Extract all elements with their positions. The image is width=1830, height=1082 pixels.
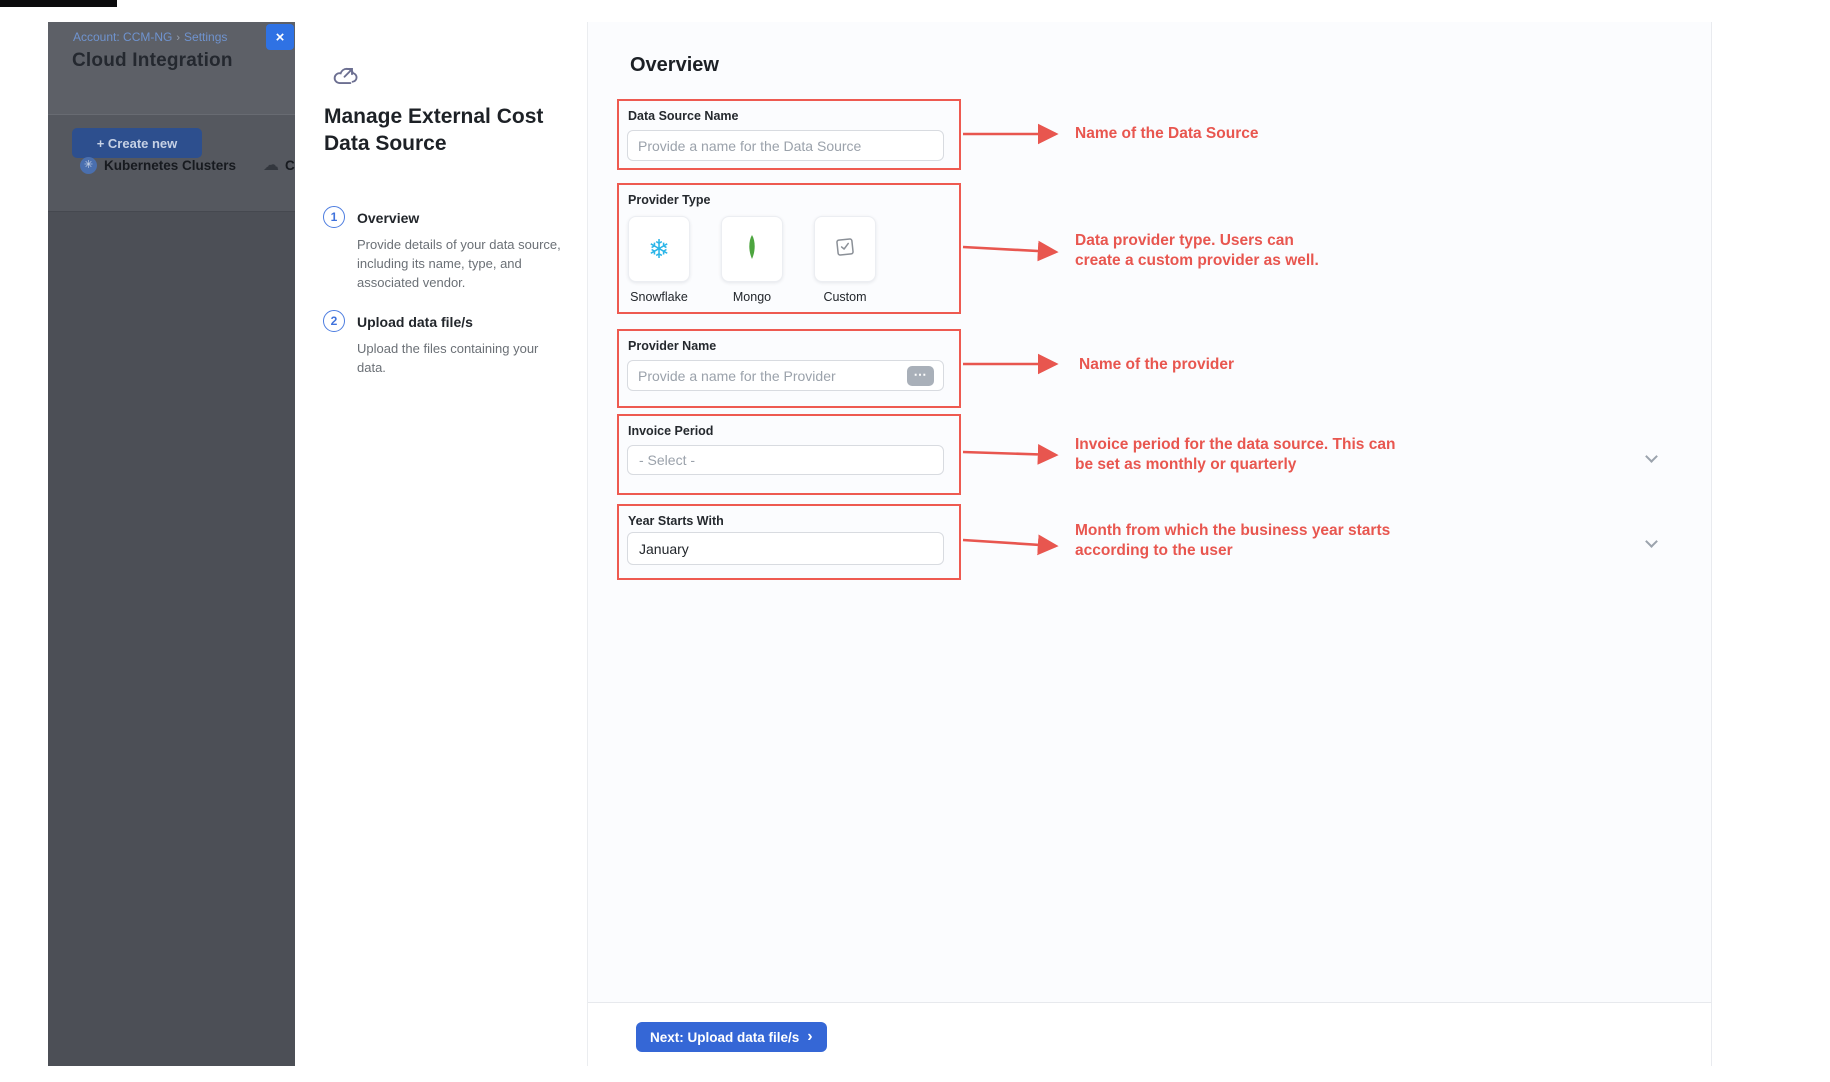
invoice-period-select[interactable]: - Select -	[627, 445, 944, 475]
page-header: Account: CCM-NG › Settings Cloud Integrati…	[48, 22, 295, 115]
provider-card-mongo[interactable]	[721, 216, 783, 282]
ellipsis-icon[interactable]: ⋯	[907, 366, 934, 386]
provider-type-cards: ❄	[628, 216, 907, 282]
drawer-footer: Next: Upload data file/s ›	[588, 1002, 1712, 1066]
tab-kubernetes-clusters[interactable]: ✳ Kubernetes Clusters	[80, 157, 236, 174]
tab-cloud-partial[interactable]: ☁ C	[263, 155, 295, 175]
invoice-period-label: Invoice Period	[628, 424, 713, 438]
provider-label-custom: Custom	[814, 290, 876, 304]
provider-card-snowflake[interactable]: ❄	[628, 216, 690, 282]
close-drawer-button[interactable]: ×	[266, 24, 294, 50]
invoice-period-group: Invoice Period - Select -	[617, 414, 961, 495]
year-starts-with-label: Year Starts With	[628, 514, 724, 528]
tab-label: C	[285, 158, 295, 173]
next-button-label: Next: Upload data file/s	[650, 1030, 799, 1045]
breadcrumb-account-link[interactable]: Account: CCM-NG	[73, 30, 172, 44]
cloud-tab-icon: ☁	[263, 155, 279, 175]
step-2-title: Upload data file/s	[357, 314, 473, 330]
provider-card-custom[interactable]	[814, 216, 876, 282]
form-section-heading: Overview	[630, 54, 719, 77]
cloud-export-icon	[331, 60, 361, 93]
breadcrumb-settings-link[interactable]: Settings	[184, 30, 227, 44]
provider-name-label: Provider Name	[628, 339, 716, 353]
annotation-data-source-name: Name of the Data Source	[1075, 124, 1258, 144]
data-source-name-label: Data Source Name	[628, 109, 738, 123]
annotation-year-starts-with: Month from which the business year start…	[1075, 521, 1390, 562]
step-2-indicator: 2	[323, 310, 345, 332]
create-new-button[interactable]: + Create new	[72, 128, 202, 158]
data-source-name-input[interactable]	[627, 130, 944, 161]
provider-label-mongo: Mongo	[721, 290, 783, 304]
data-source-name-group: Data Source Name	[617, 99, 961, 170]
annotation-provider-name: Name of the provider	[1079, 355, 1234, 375]
provider-card-labels: Snowflake Mongo Custom	[628, 290, 907, 304]
step-number: 1	[331, 210, 338, 224]
custom-provider-icon	[833, 235, 857, 264]
next-upload-button[interactable]: Next: Upload data file/s ›	[636, 1022, 827, 1052]
provider-label-snowflake: Snowflake	[628, 290, 690, 304]
page-toolbar: + Create new ✳ Kubernetes Clusters ☁ C	[48, 115, 295, 212]
year-starts-with-group: Year Starts With January	[617, 504, 961, 580]
year-starts-with-value: January	[639, 541, 689, 557]
annotation-provider-type: Data provider type. Users can create a c…	[1075, 231, 1319, 272]
chevron-right-icon: ›	[807, 1029, 812, 1045]
provider-name-input[interactable]	[627, 360, 944, 391]
snowflake-icon: ❄	[648, 236, 670, 262]
provider-type-label: Provider Type	[628, 193, 710, 207]
drawer-title: Manage External Cost Data Source	[324, 104, 569, 158]
step-2-description: Upload the files containing your data.	[357, 340, 565, 378]
step-1-indicator: 1	[323, 206, 345, 228]
dimmed-background-page: Account: CCM-NG › Settings Cloud Integrati…	[48, 22, 295, 1066]
provider-type-group: Provider Type ❄ Snowflake Mongo Custom	[617, 183, 961, 314]
year-starts-with-select[interactable]: January	[627, 532, 944, 565]
close-icon: ×	[276, 29, 285, 46]
invoice-period-value: - Select -	[639, 452, 695, 468]
page-title: Cloud Integration	[72, 50, 233, 72]
provider-name-group: Provider Name ⋯	[617, 329, 961, 408]
step-1-title: Overview	[357, 210, 419, 226]
window-edge-strip	[0, 0, 117, 7]
step-number: 2	[331, 314, 338, 328]
breadcrumb-separator: ›	[176, 32, 180, 44]
tab-label: Kubernetes Clusters	[104, 158, 236, 173]
drawer-stepper-panel: Manage External Cost Data Source 1 Overv…	[295, 22, 588, 1066]
mongo-leaf-icon	[745, 234, 759, 265]
breadcrumb: Account: CCM-NG › Settings	[73, 30, 227, 44]
step-1-description: Provide details of your data source, inc…	[357, 236, 565, 293]
annotation-invoice-period: Invoice period for the data source. This…	[1075, 435, 1395, 476]
kubernetes-icon: ✳	[80, 157, 97, 174]
